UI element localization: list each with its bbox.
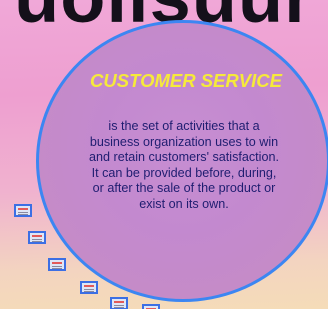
body-line: and retain customers' satisfaction. bbox=[88, 150, 279, 165]
body-line: business organization uses to win bbox=[89, 134, 279, 149]
slide-body: is the set of activities that a business… bbox=[52, 119, 316, 213]
slide-title: CUSTOMER SERVICE bbox=[90, 70, 282, 91]
slide-thumbnail-icon[interactable] bbox=[48, 258, 66, 271]
body-line: is the set of activities that a bbox=[108, 119, 260, 133]
slide-thumbnail-icon[interactable] bbox=[142, 304, 160, 309]
slide-thumbnail-icon[interactable] bbox=[80, 281, 98, 294]
body-line: or after the sale of the product or bbox=[92, 181, 276, 196]
body-line: It can be provided before, during, bbox=[91, 165, 277, 180]
slide-thumbnail-icon[interactable] bbox=[28, 231, 46, 244]
slide-thumbnail-icon[interactable] bbox=[14, 204, 32, 217]
body-line: exist on its own. bbox=[139, 196, 229, 211]
slide-thumbnail-icon[interactable] bbox=[110, 297, 128, 309]
